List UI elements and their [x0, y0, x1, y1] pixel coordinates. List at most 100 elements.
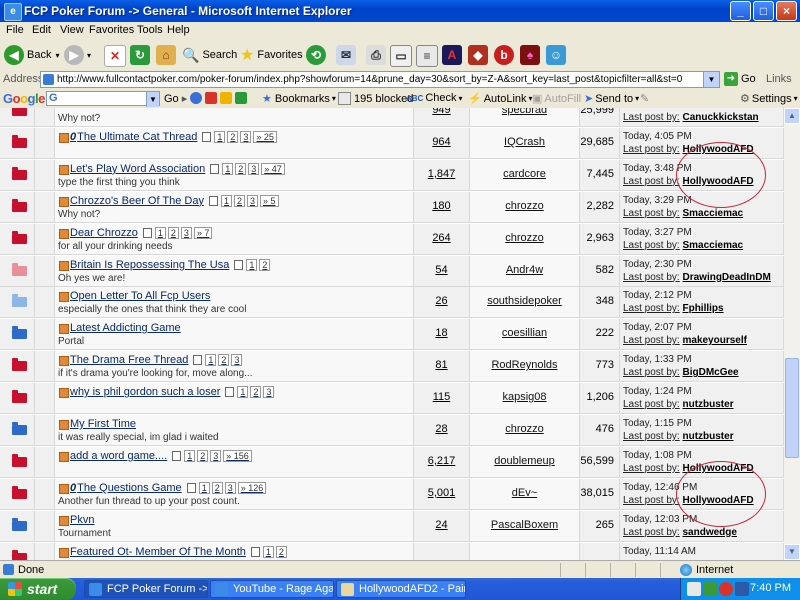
lastpost-label[interactable]: Last post by: — [623, 112, 680, 123]
reply-count[interactable]: 6,217 — [414, 455, 469, 467]
lastpost-user[interactable]: BigDMcGee — [682, 367, 738, 378]
lastpost-label[interactable]: Last post by: — [623, 176, 680, 187]
topic-author[interactable]: chrozzo — [470, 423, 579, 435]
lastpost-user[interactable]: nutzbuster — [682, 399, 733, 410]
lastpost-label[interactable]: Last post by: — [623, 399, 680, 410]
topic-title[interactable]: Featured Ot- Member Of The Month 1 2 — [70, 545, 289, 558]
page-link[interactable]: 2 — [218, 354, 230, 367]
close-button[interactable]: × — [776, 1, 797, 21]
lastpost-user[interactable]: Smacciemac — [682, 208, 743, 219]
scroll-thumb[interactable] — [785, 358, 799, 458]
page-link[interactable]: 1 — [237, 386, 249, 399]
scroll-down-icon[interactable]: ▼ — [784, 544, 800, 560]
topic-author[interactable]: cardcore — [470, 168, 579, 180]
chevron-down-icon[interactable]: ▼ — [703, 72, 719, 87]
page-link[interactable]: 1 — [184, 449, 196, 462]
refresh-icon[interactable]: ↻ — [130, 45, 150, 65]
page-link[interactable]: 1 — [246, 258, 258, 271]
topic-author[interactable]: coesillian — [470, 327, 579, 339]
messenger-icon[interactable]: ☺ — [546, 45, 566, 65]
lastpost-label[interactable]: Last post by: — [623, 431, 680, 442]
topic-title[interactable]: Latest Addicting Game — [70, 322, 181, 334]
page-link[interactable]: 2 — [275, 545, 287, 558]
topic-author[interactable]: RodReynolds — [470, 359, 579, 371]
topic-author[interactable]: kapsig08 — [470, 391, 579, 403]
edit-icon[interactable]: ▭ — [390, 45, 412, 67]
page-link[interactable]: » 47 — [261, 162, 285, 175]
page-link[interactable]: 1 — [198, 481, 210, 494]
minimize-button[interactable]: _ — [730, 1, 751, 21]
reply-count[interactable]: 18 — [414, 327, 469, 339]
address-input[interactable]: http://www.fullcontactpoker.com/poker-fo… — [40, 71, 720, 88]
reply-count[interactable]: 54 — [414, 264, 469, 276]
page-link[interactable]: 3 — [224, 481, 236, 494]
topic-author[interactable]: PascalBoxem — [470, 519, 579, 531]
page-link[interactable]: » 7 — [193, 226, 213, 239]
reply-count[interactable]: 180 — [414, 200, 469, 212]
reply-count[interactable]: 964 — [414, 136, 469, 148]
topic-title[interactable]: 0 The Questions Game 1 2 3» 126 — [70, 481, 268, 494]
reply-count[interactable]: 26 — [414, 295, 469, 307]
menu-favorites[interactable]: Favorites — [89, 24, 134, 36]
topic-author[interactable]: southsidepoker — [470, 295, 579, 307]
chevron-down-icon[interactable]: ▼ — [146, 92, 159, 107]
menu-tools[interactable]: Tools — [137, 24, 163, 36]
page-link[interactable]: 1 — [154, 226, 166, 239]
back-button[interactable]: ◀ Back ▾ — [4, 44, 59, 66]
highlight-icon[interactable]: ✎ — [640, 92, 649, 105]
lastpost-label[interactable]: Last post by: — [623, 144, 680, 155]
bookmarks-button[interactable]: ★ Bookmarks ▾ — [262, 92, 336, 106]
topic-title[interactable]: Open Letter To All Fcp Users — [70, 290, 210, 302]
page-link[interactable]: 3 — [263, 386, 275, 399]
topic-author[interactable]: doublemeup — [470, 455, 579, 467]
history-icon[interactable]: ⟲ — [306, 45, 326, 65]
reply-count[interactable]: 28 — [414, 423, 469, 435]
topic-title[interactable]: Britain Is Repossessing The Usa 1 2 — [70, 258, 272, 271]
page-link[interactable]: 3 — [210, 449, 222, 462]
page-link[interactable]: 2 — [250, 386, 262, 399]
reply-count[interactable]: 115 — [414, 391, 469, 403]
page-link[interactable]: » 156 — [223, 449, 252, 462]
lastpost-user[interactable]: Fphillips — [682, 303, 723, 314]
reply-count[interactable]: 949 — [414, 108, 469, 116]
topic-author[interactable]: dEv~ — [470, 487, 579, 499]
page-link[interactable]: 2 — [259, 258, 271, 271]
home-icon[interactable]: ⌂ — [156, 45, 176, 65]
lastpost-label[interactable]: Last post by: — [623, 335, 680, 346]
topic-title[interactable]: My First Time — [70, 418, 136, 430]
page-link[interactable]: 3 — [246, 194, 258, 207]
lastpost-label[interactable]: Last post by: — [623, 240, 680, 251]
topic-author[interactable]: Andr4w — [470, 264, 579, 276]
page-link[interactable]: 2 — [211, 481, 223, 494]
google-search-input[interactable]: G ▼ — [46, 91, 160, 107]
menu-edit[interactable]: Edit — [32, 24, 51, 36]
page-link[interactable]: 2 — [233, 194, 245, 207]
topic-title[interactable]: Pkvn — [70, 514, 94, 526]
taskbar-item-youtube[interactable]: YouTube - Rage Agai... — [210, 580, 334, 598]
lastpost-user[interactable]: DrawingDeadInDM — [682, 272, 770, 283]
page-link[interactable]: 1 — [220, 194, 232, 207]
start-button[interactable]: start — [0, 578, 76, 600]
mail-icon[interactable]: ✉ — [336, 45, 356, 65]
lastpost-user[interactable]: nutzbuster — [682, 431, 733, 442]
reply-count[interactable]: 264 — [414, 232, 469, 244]
lastpost-label[interactable]: Last post by: — [623, 367, 680, 378]
page-link[interactable]: 3 — [180, 226, 192, 239]
topic-title[interactable]: why is phil gordon such a loser 1 2 3 — [70, 386, 276, 399]
vertical-scrollbar[interactable]: ▲ ▼ — [784, 108, 800, 560]
tray-icon-2[interactable] — [703, 582, 717, 596]
page-link[interactable]: 1 — [222, 162, 234, 175]
menu-view[interactable]: View — [60, 24, 84, 36]
page-link[interactable]: 3 — [240, 130, 252, 143]
tray-icon-3[interactable] — [719, 582, 733, 596]
lastpost-user[interactable]: sandwedge — [682, 527, 736, 538]
popup-blocker-button[interactable]: 195 blocked — [338, 92, 413, 105]
topic-author[interactable]: specbrad — [470, 108, 579, 116]
maximize-button[interactable]: □ — [753, 1, 774, 21]
topic-title[interactable]: add a word game.... 1 2 3» 156 — [70, 449, 254, 462]
taskbar-item-forum[interactable]: FCP Poker Forum -> ... — [84, 580, 208, 598]
favorites-button[interactable]: ★ Favorites — [240, 44, 303, 66]
taskbar-item-paint[interactable]: HollywoodAFD2 - Paint — [336, 580, 466, 598]
scroll-up-icon[interactable]: ▲ — [784, 108, 800, 124]
tray-icon-1[interactable] — [687, 582, 701, 596]
